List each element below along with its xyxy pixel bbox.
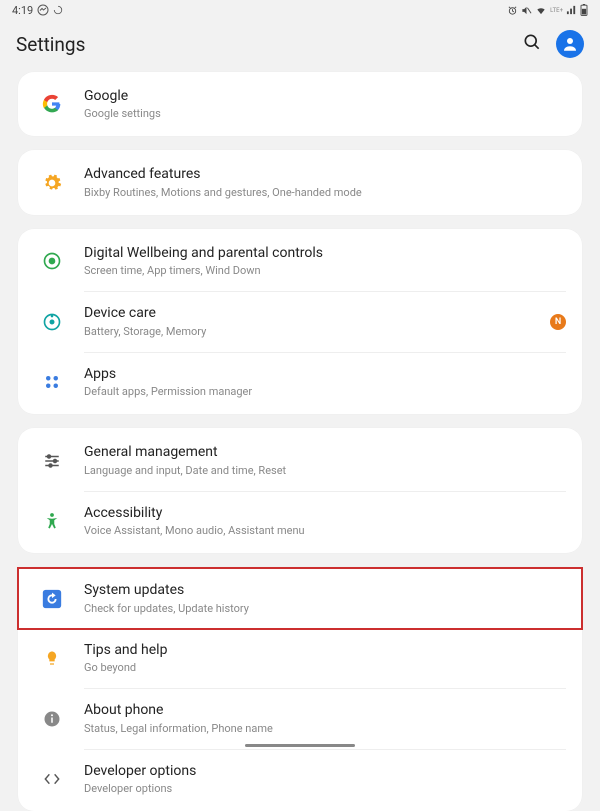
card-system: System updates Check for updates, Update… — [18, 567, 582, 811]
profile-avatar[interactable] — [556, 30, 584, 58]
row-digital-wellbeing[interactable]: Digital Wellbeing and parental controls … — [18, 231, 582, 291]
home-indicator[interactable] — [245, 744, 355, 747]
row-title: Tips and help — [84, 641, 566, 659]
status-bar: 4:19 LTE+ — [0, 0, 600, 20]
sliders-icon — [32, 452, 72, 470]
row-sub: Default apps, Permission manager — [84, 385, 566, 399]
row-sub: Go beyond — [84, 661, 566, 675]
row-about-phone[interactable]: About phone Status, Legal information, P… — [18, 688, 582, 748]
card-advanced: Advanced features Bixby Routines, Motion… — [18, 150, 582, 214]
card-google: Google Google settings — [18, 72, 582, 136]
row-sub: Status, Legal information, Phone name — [84, 722, 566, 736]
device-care-icon — [32, 312, 72, 332]
row-title: Device care — [84, 304, 542, 322]
row-title: Accessibility — [84, 504, 566, 522]
row-system-updates[interactable]: System updates Check for updates, Update… — [18, 568, 582, 628]
gear-icon — [32, 173, 72, 193]
system-update-icon — [32, 588, 72, 610]
row-sub: Bixby Routines, Motions and gestures, On… — [84, 186, 566, 200]
alarm-icon — [507, 5, 518, 16]
row-tips-help[interactable]: Tips and help Go beyond — [18, 628, 582, 688]
row-title: System updates — [84, 581, 566, 599]
row-title: Digital Wellbeing and parental controls — [84, 244, 566, 262]
row-title: Apps — [84, 365, 566, 383]
row-title: Advanced features — [84, 165, 566, 183]
accessibility-icon — [32, 511, 72, 531]
notification-badge: N — [550, 314, 566, 330]
card-device: Digital Wellbeing and parental controls … — [18, 229, 582, 414]
row-apps[interactable]: Apps Default apps, Permission manager — [18, 352, 582, 412]
info-icon — [32, 710, 72, 728]
code-icon — [32, 771, 72, 787]
lightbulb-icon — [32, 648, 72, 668]
row-sub: Battery, Storage, Memory — [84, 325, 542, 339]
row-title: Developer options — [84, 762, 566, 780]
header: Settings — [0, 20, 600, 72]
page-title: Settings — [16, 33, 85, 56]
row-accessibility[interactable]: Accessibility Voice Assistant, Mono audi… — [18, 491, 582, 551]
row-device-care[interactable]: Device care Battery, Storage, Memory N — [18, 291, 582, 351]
row-sub: Developer options — [84, 782, 566, 796]
row-sub: Screen time, App timers, Wind Down — [84, 264, 566, 278]
status-time: 4:19 — [12, 4, 33, 17]
google-icon — [32, 94, 72, 114]
row-title: General management — [84, 443, 566, 461]
row-sub: Language and input, Date and time, Reset — [84, 464, 566, 478]
signal-icon — [566, 5, 577, 16]
row-title: Google — [84, 87, 566, 105]
row-advanced-features[interactable]: Advanced features Bixby Routines, Motion… — [18, 152, 582, 212]
card-management: General management Language and input, D… — [18, 428, 582, 553]
lte-label: LTE+ — [550, 7, 563, 14]
row-sub: Google settings — [84, 107, 566, 121]
battery-icon — [580, 4, 588, 16]
row-sub: Check for updates, Update history — [84, 602, 566, 616]
row-google[interactable]: Google Google settings — [18, 74, 582, 134]
messenger-icon — [37, 4, 49, 16]
apps-icon — [32, 373, 72, 391]
row-sub: Voice Assistant, Mono audio, Assistant m… — [84, 524, 566, 538]
wellbeing-icon — [32, 251, 72, 271]
mute-icon — [521, 5, 532, 16]
row-title: About phone — [84, 701, 566, 719]
wifi-icon — [535, 5, 547, 16]
row-developer-options[interactable]: Developer options Developer options — [18, 749, 582, 809]
row-general-management[interactable]: General management Language and input, D… — [18, 430, 582, 490]
swirl-icon — [53, 5, 63, 15]
settings-list: Google Google settings Advanced features… — [0, 72, 600, 811]
search-icon[interactable] — [522, 32, 542, 56]
